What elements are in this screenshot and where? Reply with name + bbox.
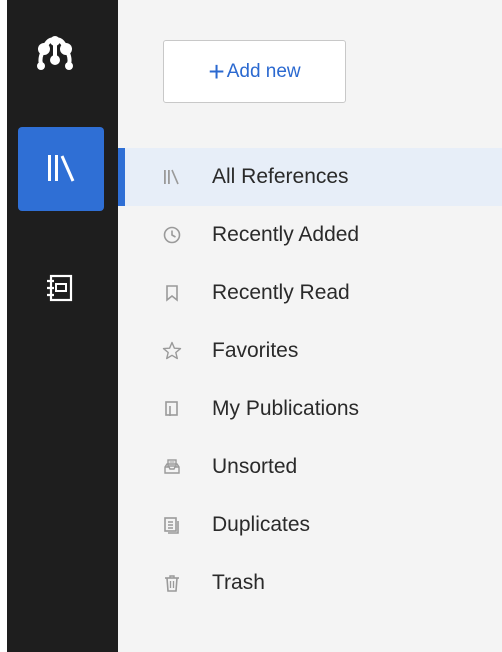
nav-item-label: Recently Read [212,281,350,304]
rail-notebook-button[interactable] [42,270,78,311]
library-icon [161,168,183,186]
star-icon [161,340,183,362]
tray-icon [161,457,183,477]
nav-item-label: All References [212,165,349,188]
trash-icon [161,573,183,593]
nav-item-recently-added[interactable]: Recently Added [118,206,502,264]
nav-item-unsorted[interactable]: Unsorted [118,438,502,496]
nav-item-duplicates[interactable]: Duplicates [118,496,502,554]
mendeley-logo[interactable] [35,28,75,74]
add-new-label: Add new [226,60,301,82]
nav-item-label: Trash [212,571,265,594]
library-icon [48,155,75,182]
duplicates-icon [161,515,183,535]
library-nav: All References Recently Added Recently R… [118,148,502,612]
add-new-button[interactable]: + Add new [163,40,346,103]
nav-item-label: Favorites [212,339,299,362]
publications-icon [161,399,183,419]
nav-item-recently-read[interactable]: Recently Read [118,264,502,322]
nav-item-trash[interactable]: Trash [118,554,502,612]
nav-item-all-references[interactable]: All References [118,148,502,206]
nav-item-label: Unsorted [212,455,298,478]
nav-item-label: Duplicates [212,513,311,536]
notebook-icon [47,274,73,302]
plus-icon: + [208,55,225,87]
nav-item-label: Recently Added [212,223,360,246]
library-panel: + Add new All References Recently Added [118,0,502,652]
nav-item-my-publications[interactable]: My Publications [118,380,502,438]
clock-icon [161,225,183,245]
bookmark-icon [161,283,183,303]
app-rail [7,0,118,652]
nav-item-label: My Publications [212,397,360,420]
nav-item-favorites[interactable]: Favorites [118,322,502,380]
rail-library-button[interactable] [18,127,104,211]
